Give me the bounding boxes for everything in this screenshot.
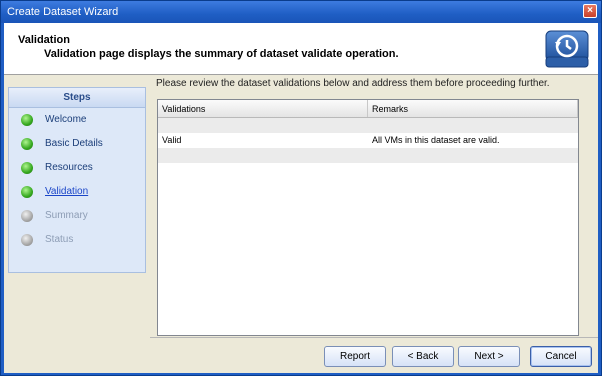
- wizard-body: Validation Validation page displays the …: [4, 23, 598, 373]
- step-status: Status: [9, 228, 145, 252]
- page-title: Validation: [18, 34, 70, 46]
- step-label: Welcome: [45, 114, 87, 125]
- table-row-empty: [158, 118, 578, 133]
- complete-status-icon: [21, 162, 33, 174]
- step-resources[interactable]: Resources: [9, 156, 145, 180]
- cancel-button[interactable]: Cancel: [530, 346, 592, 367]
- table-row-empty: [158, 148, 578, 163]
- instructions-text: Please review the dataset validations be…: [156, 78, 550, 89]
- window-title: Create Dataset Wizard: [7, 6, 119, 18]
- step-label: Basic Details: [45, 138, 103, 149]
- table-row[interactable]: Valid All VMs in this dataset are valid.: [158, 133, 578, 148]
- page-description: Validation page displays the summary of …: [44, 48, 399, 60]
- close-button[interactable]: ×: [583, 4, 597, 18]
- wizard-header: Validation Validation page displays the …: [4, 23, 598, 75]
- step-summary: Summary: [9, 204, 145, 228]
- button-bar: Report < Back Next > Cancel: [150, 337, 598, 373]
- column-header-validations[interactable]: Validations: [158, 100, 368, 117]
- remarks-cell: All VMs in this dataset are valid.: [372, 135, 500, 145]
- pending-status-icon: [21, 210, 33, 222]
- validation-cell: Valid: [162, 135, 182, 145]
- complete-status-icon: [21, 186, 33, 198]
- report-button[interactable]: Report: [324, 346, 386, 367]
- column-header-remarks[interactable]: Remarks: [368, 100, 578, 117]
- step-label: Status: [45, 234, 74, 245]
- validations-table[interactable]: Validations Remarks Valid All VMs in thi…: [157, 99, 579, 336]
- back-button[interactable]: < Back: [392, 346, 454, 367]
- pending-status-icon: [21, 234, 33, 246]
- step-basic-details[interactable]: Basic Details: [9, 132, 145, 156]
- step-validation[interactable]: Validation: [9, 180, 145, 204]
- step-label: Validation: [45, 186, 89, 197]
- steps-heading: Steps: [9, 88, 145, 108]
- next-button[interactable]: Next >: [458, 346, 520, 367]
- wizard-window: Create Dataset Wizard × Validation Valid…: [0, 0, 602, 376]
- restore-drive-icon: [545, 30, 589, 68]
- step-welcome[interactable]: Welcome: [9, 108, 145, 132]
- step-label: Resources: [45, 162, 93, 173]
- steps-panel: Steps Welcome Basic Details Resources Va…: [8, 87, 146, 273]
- title-bar[interactable]: Create Dataset Wizard ×: [1, 1, 601, 23]
- table-header: Validations Remarks: [158, 100, 578, 118]
- complete-status-icon: [21, 114, 33, 126]
- complete-status-icon: [21, 138, 33, 150]
- step-label: Summary: [45, 210, 88, 221]
